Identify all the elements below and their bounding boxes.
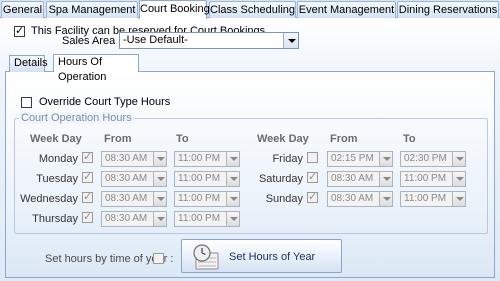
from-value-monday: 08:30 AM (105, 153, 148, 164)
from-select-saturday[interactable]: 08:30 AM (327, 171, 393, 187)
day-checkbox-sunday[interactable] (307, 190, 318, 203)
tab-event-management[interactable]: Event Management (297, 1, 396, 18)
day-checkbox-thursday[interactable] (82, 210, 93, 223)
override-court-type-hours-label: Override Court Type Hours (39, 96, 171, 108)
set-hours-of-year-button[interactable]: Set Hours of Year (181, 239, 342, 273)
to-value-wednesday: 11:00 PM (178, 193, 221, 204)
day-checkbox-tuesday[interactable] (82, 170, 93, 183)
from-value-friday: 02:15 PM (331, 153, 374, 164)
court-operation-hours-title: Court Operation Hours (19, 112, 134, 124)
to-select-monday[interactable]: 11:00 PM (174, 151, 240, 167)
to-select-sunday[interactable]: 11:00 PM (400, 191, 466, 207)
day-checkbox-saturday[interactable] (307, 170, 318, 183)
chevron-down-icon[interactable] (379, 152, 392, 166)
chevron-down-icon[interactable] (379, 192, 392, 206)
to-value-friday: 02:30 PM (404, 153, 447, 164)
tab-dining-reservations[interactable]: Dining Reservations (397, 1, 499, 18)
header-week-day-left: Week Day (30, 133, 82, 145)
to-select-thursday[interactable]: 11:00 PM (174, 211, 240, 227)
chevron-down-icon[interactable] (226, 212, 239, 226)
day-label-wednesday: Wednesday (20, 193, 78, 205)
to-select-saturday[interactable]: 11:00 PM (400, 171, 466, 187)
day-label-sunday: Sunday (265, 193, 303, 205)
from-value-wednesday: 08:30 AM (105, 193, 148, 204)
chevron-down-icon[interactable] (153, 152, 166, 166)
from-value-saturday: 08:30 AM (331, 173, 374, 184)
from-select-sunday[interactable]: 08:30 AM (327, 191, 393, 207)
day-label-saturday: Saturday (258, 173, 303, 185)
set-hours-of-year-label: Set Hours of Year (229, 251, 316, 263)
day-label-friday: Friday (272, 153, 303, 165)
tab-class-scheduling[interactable]: Class Scheduling (209, 1, 296, 18)
to-value-sunday: 11:00 PM (404, 193, 447, 204)
chevron-down-icon[interactable] (153, 192, 166, 206)
from-select-friday[interactable]: 02:15 PM (327, 151, 393, 167)
from-select-wednesday[interactable]: 08:30 AM (101, 191, 167, 207)
day-label-monday: Monday (38, 153, 78, 165)
to-select-wednesday[interactable]: 11:00 PM (174, 191, 240, 207)
tab-hours-of-operation[interactable]: Hours Of Operation (53, 54, 139, 83)
sales-area-label: Sales Area : (62, 35, 122, 47)
from-select-thursday[interactable]: 08:30 AM (101, 211, 167, 227)
day-checkbox-monday[interactable] (82, 150, 93, 163)
to-value-monday: 11:00 PM (178, 153, 221, 164)
sales-area-select[interactable]: -Use Default- (119, 32, 299, 49)
header-to-right: To (403, 133, 416, 145)
chevron-down-icon[interactable] (379, 172, 392, 186)
day-checkbox-wednesday[interactable] (82, 190, 93, 203)
day-checkbox-friday[interactable] (307, 152, 318, 163)
day-label-tuesday: Tuesday (36, 173, 78, 185)
chevron-down-icon[interactable] (452, 152, 465, 166)
tab-spa-management[interactable]: Spa Management (46, 1, 138, 18)
header-from-right: From (330, 133, 358, 145)
tab-details[interactable]: Details (9, 55, 48, 72)
sales-area-value: -Use Default- (123, 34, 188, 46)
override-court-type-hours-checkbox[interactable] (21, 97, 32, 108)
chevron-down-icon[interactable] (452, 192, 465, 206)
chevron-down-icon[interactable] (452, 172, 465, 186)
to-value-tuesday: 11:00 PM (178, 173, 221, 184)
header-to-left: To (176, 133, 189, 145)
chevron-down-icon[interactable] (283, 33, 298, 48)
chevron-down-icon[interactable] (153, 212, 166, 226)
header-from-left: From (104, 133, 132, 145)
from-select-tuesday[interactable]: 08:30 AM (101, 171, 167, 187)
to-value-thursday: 11:00 PM (178, 213, 221, 224)
facility-court-booking-checkbox[interactable] (14, 24, 25, 37)
tab-court-booking[interactable]: Court Booking (139, 0, 210, 19)
to-select-tuesday[interactable]: 11:00 PM (174, 171, 240, 187)
to-select-friday[interactable]: 02:30 PM (400, 151, 466, 167)
header-week-day-right: Week Day (257, 133, 309, 145)
chevron-down-icon[interactable] (153, 172, 166, 186)
from-value-thursday: 08:30 AM (105, 213, 148, 224)
to-value-saturday: 11:00 PM (404, 173, 447, 184)
from-select-monday[interactable]: 08:30 AM (101, 151, 167, 167)
day-label-thursday: Thursday (32, 213, 78, 225)
set-hours-by-year-checkbox[interactable] (153, 253, 164, 264)
from-value-sunday: 08:30 AM (331, 193, 374, 204)
clock-calendar-icon (193, 244, 219, 270)
top-tab-strip: General Spa Management Court Booking Cla… (0, 0, 500, 19)
tab-general[interactable]: General (1, 1, 44, 18)
from-value-tuesday: 08:30 AM (105, 173, 148, 184)
